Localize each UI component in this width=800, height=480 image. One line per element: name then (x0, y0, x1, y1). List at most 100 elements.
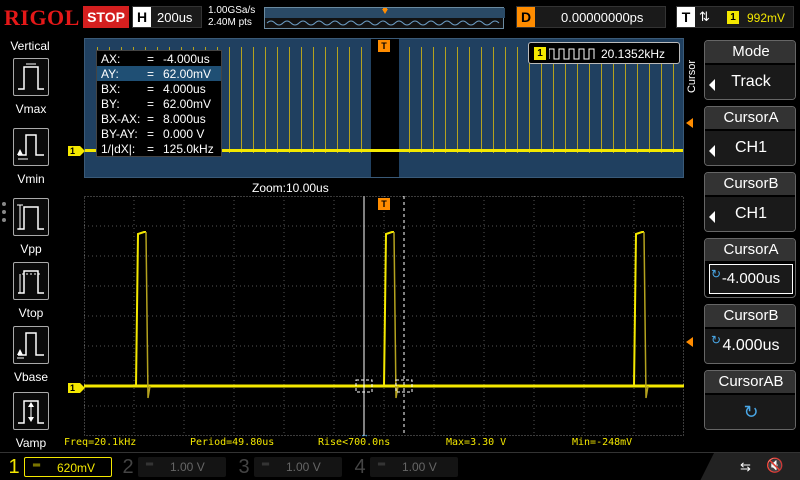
vmin-label: Vmin (17, 172, 45, 186)
coupling-icon: ═ (378, 459, 386, 470)
softkey-value: CH1 (705, 131, 795, 165)
overview-pulse (457, 47, 458, 153)
ch1-pulse-edge (633, 231, 644, 387)
measure-rise: Rise<700.0ns (318, 437, 391, 448)
softkey-value: Track (705, 65, 795, 99)
softkey-value: ↻ (705, 395, 795, 429)
channel-scale: 620mV (57, 461, 96, 475)
trigger-status[interactable]: T ⇅ 1 992mV (676, 6, 794, 28)
softkey-title: Mode (705, 41, 795, 63)
overview-trigger-position-marker[interactable]: T (378, 40, 390, 52)
delay-label: D (517, 7, 535, 27)
overview-pulse (253, 47, 254, 153)
speaker-muted-icon[interactable]: 🔇 (766, 457, 783, 474)
vpp-label: Vpp (20, 242, 42, 256)
vbase-icon (13, 326, 49, 364)
softkey-title: CursorAB (705, 371, 795, 393)
delay-value: 0.00000000ps (561, 10, 644, 25)
cursor-row: BY-AY: = 0.000 V (101, 127, 205, 141)
horizontal-timebase[interactable]: H 200us (132, 6, 202, 28)
acquisition-info: 1.00GSa/s 2.40M pts (208, 5, 255, 29)
channel-scale-box: ═ 1.00 V (370, 457, 458, 477)
overview-pulse (409, 47, 410, 153)
horizontal-delay[interactable]: D 0.00000000ps (516, 6, 666, 28)
measure-vmax[interactable]: Vmax (0, 58, 60, 126)
overview-trigger-level-marker[interactable] (686, 118, 693, 128)
measure-vpp[interactable]: Vpp (0, 198, 60, 266)
memory-depth: 2.40M pts (208, 17, 252, 28)
coupling-icon: ═ (33, 460, 41, 471)
overview-pulse (361, 47, 362, 153)
channel-number: 4 (354, 456, 366, 478)
square-wave-icon (549, 48, 595, 60)
softkey-cursorb-source[interactable]: CursorB CH1 (704, 172, 796, 232)
zoom-window[interactable] (371, 39, 399, 177)
measure-vmin[interactable]: Vmin (0, 128, 60, 196)
softkey-cursora-source[interactable]: CursorA CH1 (704, 106, 796, 166)
overview-pulse (493, 47, 494, 153)
cursor-row: 1/|dX|: = 125.0kHz (101, 142, 214, 156)
softkey-cursora-position[interactable]: CursorA -4.000us ↻ (704, 238, 796, 298)
vtop-label: Vtop (18, 306, 44, 320)
overview-pulse (229, 47, 230, 153)
measure-vbase[interactable]: Vbase (0, 326, 60, 394)
ch1-pulse-fall (643, 231, 649, 399)
dropdown-arrow-icon (709, 145, 715, 157)
cursor-readout-table: AX: = -4.000us AY: = 62.00mV BX: = 4.000us BY:… (96, 50, 222, 157)
top-status-bar: RIGOL STOP H 200us 1.00GSa/s 2.40M pts D… (0, 0, 800, 36)
measure-vamp[interactable]: Vamp (0, 392, 60, 460)
measure-freq: Freq=20.1kHz (64, 437, 137, 448)
knob-icon: ↻ (711, 267, 722, 281)
vmax-label: Vmax (15, 102, 47, 116)
ch1-pulse-fall (393, 231, 399, 399)
memory-position-strip[interactable] (264, 7, 505, 29)
brand-logo: RIGOL (4, 5, 80, 30)
run-stop-status[interactable]: STOP (83, 6, 129, 28)
coupling-icon: ═ (146, 459, 154, 470)
zoom-ch1-offset-marker[interactable]: 1 (68, 383, 85, 393)
zoom-trigger-level-marker[interactable] (686, 337, 693, 347)
softkey-cursorb-position[interactable]: CursorB 4.000us ↻ (704, 304, 796, 364)
measure-max: Max=3.30 V (446, 437, 507, 448)
overview-pulse (349, 47, 350, 153)
ch1-pulse-edge (135, 231, 146, 387)
softkey-mode[interactable]: Mode Track (704, 40, 796, 100)
softkey-title: CursorA (705, 239, 795, 261)
softkey-title: CursorB (705, 305, 795, 327)
sample-rate: 1.00GSa/s (208, 5, 256, 16)
overview-ch1-offset-marker[interactable]: 1 (68, 146, 85, 156)
vpp-icon (13, 198, 49, 236)
trigger-edge-icon: ⇅ (699, 9, 710, 24)
horizontal-label: H (133, 7, 151, 27)
channel-status-bar: 1 ═ 620mV 2 ═ 1.00 V 3 ═ 1.00 V 4 ═ 1.00… (0, 452, 800, 480)
cursor-row: BX: = 4.000us (101, 82, 206, 96)
cursor-row: AY: = 62.00mV (97, 66, 221, 81)
channel-scale-box: ═ 1.00 V (138, 457, 226, 477)
zoom-trigger-position-marker[interactable]: T (378, 198, 390, 210)
knob-icon: ↻ (711, 333, 722, 347)
overview-pulse (445, 47, 446, 153)
overview-pulse (265, 47, 266, 153)
softkey-cursorab[interactable]: CursorAB ↻ (704, 370, 796, 430)
trigger-label: T (677, 7, 695, 27)
overview-pulse (481, 47, 482, 153)
cursor-softkey-menu: Mode Track CursorA CH1 CursorB CH1 Curso… (704, 38, 800, 438)
overview-pulse (301, 47, 302, 153)
ch1-pulse-fall (145, 231, 151, 399)
overview-pulse (289, 47, 290, 153)
usb-icon: ⇆ (740, 459, 751, 474)
channel-scale: 1.00 V (402, 460, 437, 474)
measure-vtop[interactable]: Vtop (0, 262, 60, 330)
channel-scale-box: ═ 620mV (24, 457, 112, 477)
timebase-value: 200us (157, 10, 193, 25)
cursor-row: BY: = 62.00mV (101, 97, 212, 111)
softkey-value: CH1 (705, 197, 795, 231)
frequency-counter[interactable]: 1 20.1352kHz (528, 42, 680, 64)
overview-pulse (325, 47, 326, 153)
counter-channel-badge: 1 (534, 47, 546, 60)
zoomed-waveform-area[interactable] (84, 196, 684, 436)
channel-scale-box: ═ 1.00 V (254, 457, 342, 477)
measure-period: Period=49.80us (190, 437, 275, 448)
overview-pulse (241, 47, 242, 153)
overview-pulse (469, 47, 470, 153)
